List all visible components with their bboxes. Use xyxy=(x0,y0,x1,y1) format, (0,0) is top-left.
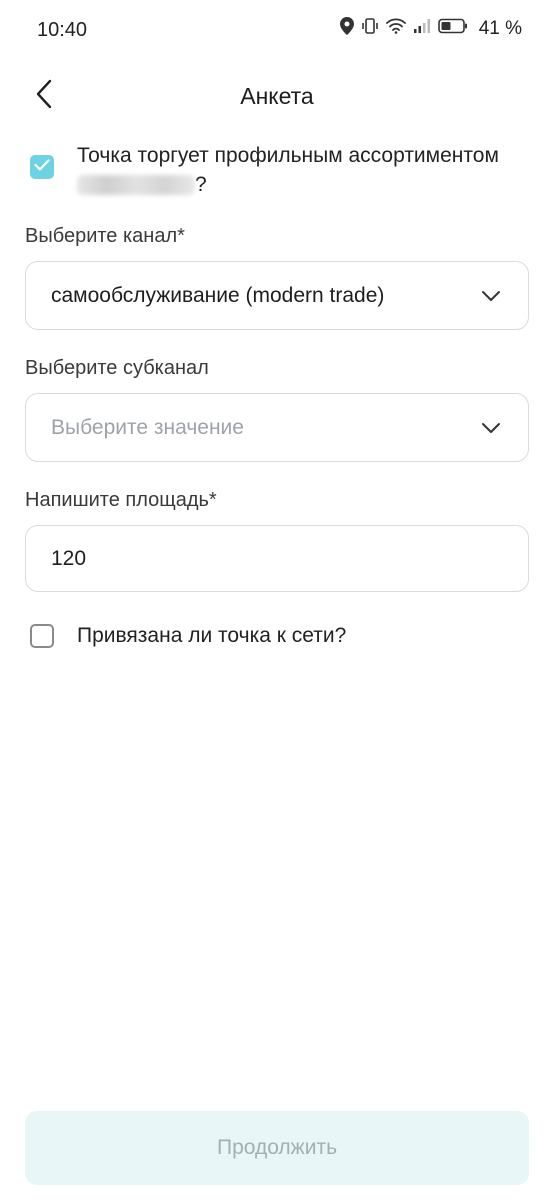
chain-linked-row[interactable]: Привязана ли точка к сети? xyxy=(30,621,346,650)
profile-assortment-row[interactable]: Точка торгует профильным ассортиментом ? xyxy=(30,141,499,199)
subchannel-select-placeholder: Выберите значение xyxy=(51,415,244,439)
page-title: Анкета xyxy=(240,83,314,109)
chain-linked-checkbox[interactable] xyxy=(30,623,54,648)
profile-assortment-suffix: ? xyxy=(195,173,207,196)
profile-assortment-checkbox[interactable] xyxy=(30,155,54,179)
continue-button[interactable]: Продолжить xyxy=(25,1111,529,1185)
battery-icon xyxy=(437,18,468,39)
battery-percent: 41 % xyxy=(478,17,522,39)
checkmark-icon xyxy=(34,158,50,176)
area-label: Напишите площадь* xyxy=(25,489,217,511)
location-icon xyxy=(339,17,354,40)
area-input[interactable]: 120 xyxy=(25,525,529,592)
chain-linked-label: Привязана ли точка к сети? xyxy=(77,624,347,647)
blurred-brand-name xyxy=(77,175,195,196)
profile-assortment-label-line2: ? xyxy=(77,170,499,199)
area-input-value: 120 xyxy=(51,546,87,570)
vibrate-icon xyxy=(361,17,379,40)
profile-assortment-label: Точка торгует профильным ассортиментом ? xyxy=(77,141,499,199)
subchannel-label: Выберите субканал xyxy=(25,357,209,379)
channel-select[interactable]: самообслуживание (modern trade) xyxy=(25,261,529,330)
profile-assortment-label-line1: Точка торгует профильным ассортиментом xyxy=(77,144,499,167)
channel-label: Выберите канал* xyxy=(25,225,185,247)
status-bar: 10:40 41 % xyxy=(0,0,554,62)
subchannel-select[interactable]: Выберите значение xyxy=(25,393,529,462)
channel-select-value: самообслуживание (modern trade) xyxy=(51,283,385,307)
chevron-down-icon xyxy=(480,417,502,439)
status-icons: 41 % xyxy=(339,17,522,40)
status-time: 10:40 xyxy=(37,19,88,41)
chevron-down-icon xyxy=(480,285,502,307)
wifi-icon xyxy=(385,18,406,39)
signal-icon xyxy=(413,18,431,39)
